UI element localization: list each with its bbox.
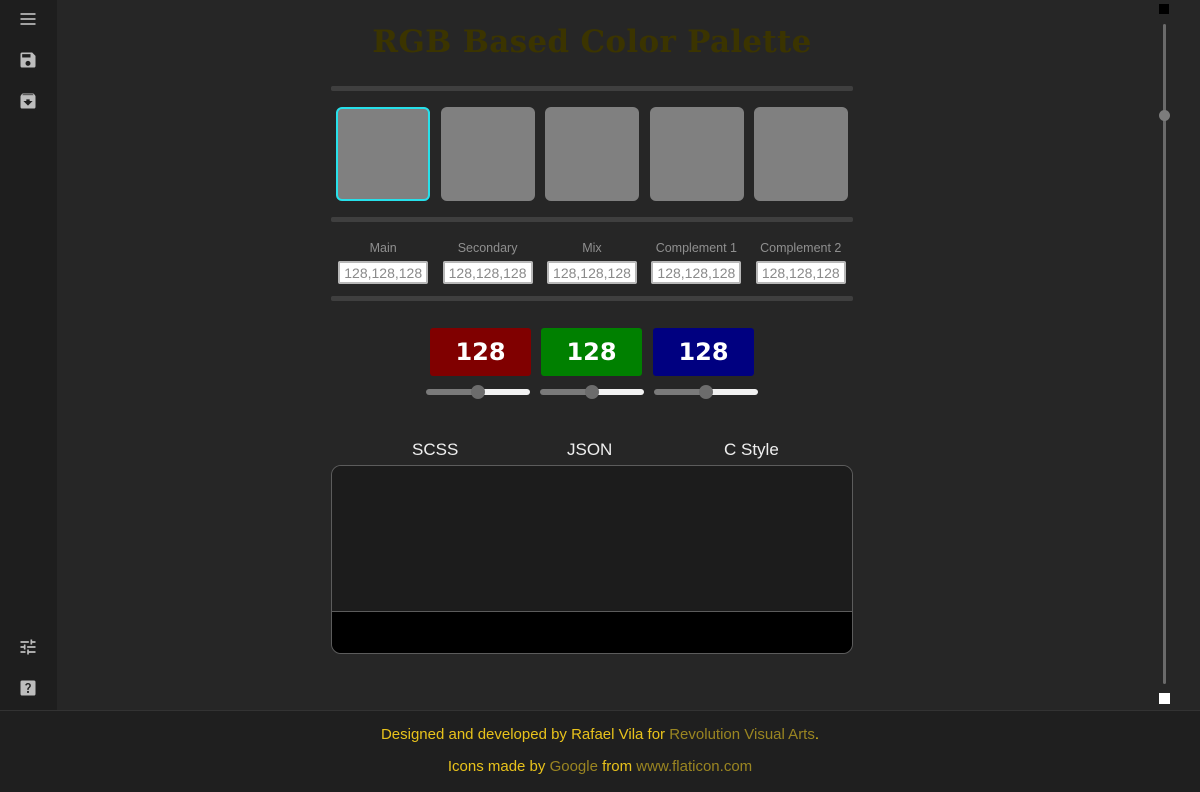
green-slider-thumb[interactable]: [585, 385, 599, 399]
output-code[interactable]: [332, 466, 852, 611]
footer-icons-text: Icons made by: [447, 758, 550, 775]
divider-bottom: [331, 296, 853, 301]
footer-credits-line: Designed and developed by Rafael Vila fo…: [0, 726, 1200, 743]
footer-from-text: from: [597, 758, 637, 775]
field-input-secondary[interactable]: [442, 261, 533, 284]
vertical-slider-top-marker: [1159, 4, 1169, 14]
tab-json[interactable]: JSON: [567, 440, 612, 460]
tune-icon[interactable]: [17, 636, 39, 658]
field-input-complement-1[interactable]: [651, 261, 742, 284]
tab-c-style[interactable]: C Style: [724, 440, 779, 460]
red-slider[interactable]: [426, 385, 530, 399]
red-slider-thumb[interactable]: [471, 385, 485, 399]
sidebar: [0, 0, 57, 710]
green-slider[interactable]: [540, 385, 644, 399]
swatch-secondary[interactable]: [440, 107, 535, 201]
red-value-box: 128: [430, 328, 531, 376]
color-fields: Main Secondary Mix Complement 1 Compleme…: [331, 240, 853, 284]
field-label-mix: Mix: [582, 241, 602, 255]
vertical-slider-track[interactable]: [1163, 24, 1166, 684]
field-input-mix[interactable]: [546, 261, 637, 284]
footer-credits-suffix: .: [814, 726, 820, 743]
menu-icon[interactable]: [17, 8, 39, 30]
divider-top: [331, 86, 853, 91]
footer-icons-line: Icons made by Google from www.flaticon.c…: [0, 758, 1200, 775]
google-link[interactable]: Google: [550, 758, 598, 775]
swatch-row: [336, 107, 848, 201]
output-footer-bar: [332, 611, 852, 653]
footer-credits-text: Designed and developed by Rafael Vila fo…: [380, 726, 670, 743]
swatch-complement-2[interactable]: [754, 107, 848, 201]
flaticon-link[interactable]: www.flaticon.com: [636, 758, 752, 775]
field-mix: Mix: [540, 240, 644, 284]
field-label-complement-2: Complement 2: [760, 241, 842, 255]
blue-slider-thumb[interactable]: [699, 385, 713, 399]
archive-download-icon[interactable]: [17, 90, 39, 112]
vertical-slider-thumb[interactable]: [1159, 110, 1170, 121]
swatch-mix[interactable]: [545, 107, 639, 201]
help-icon[interactable]: [17, 677, 39, 699]
field-main: Main: [331, 240, 435, 284]
field-input-complement-2[interactable]: [755, 261, 846, 284]
save-icon[interactable]: [17, 49, 39, 71]
field-label-main: Main: [369, 241, 397, 255]
vertical-slider-bottom-marker: [1159, 693, 1170, 704]
vertical-slider[interactable]: [1155, 0, 1175, 710]
field-input-main[interactable]: [338, 261, 429, 284]
swatch-complement-1[interactable]: [649, 107, 744, 201]
field-secondary: Secondary: [436, 240, 540, 284]
blue-slider[interactable]: [654, 385, 758, 399]
output-panel: [331, 465, 853, 654]
blue-value-box: 128: [653, 328, 754, 376]
field-complement-1: Complement 1: [644, 240, 748, 284]
page-title: RGB Based Color Palette: [372, 24, 812, 60]
swatch-main[interactable]: [336, 107, 430, 201]
footer: Designed and developed by Rafael Vila fo…: [0, 710, 1200, 792]
field-label-secondary: Secondary: [457, 241, 518, 255]
tab-scss[interactable]: SCSS: [412, 440, 458, 460]
revolution-visual-arts-link[interactable]: Revolution Visual Arts: [669, 726, 815, 743]
divider-middle: [331, 217, 853, 222]
field-label-complement-1: Complement 1: [655, 241, 737, 255]
field-complement-2: Complement 2: [749, 240, 853, 284]
green-value-box: 128: [541, 328, 642, 376]
